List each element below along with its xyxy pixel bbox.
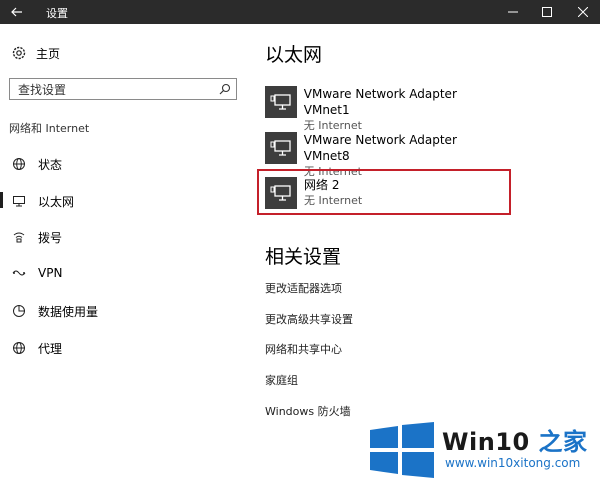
dialup-icon — [10, 228, 28, 246]
maximize-button[interactable] — [530, 0, 564, 24]
data-usage-icon — [10, 302, 28, 320]
sidebar-item-dialup[interactable]: 拨号 — [10, 228, 62, 246]
maximize-icon — [542, 7, 552, 17]
back-button[interactable] — [0, 0, 34, 24]
sidebar-item-label: VPN — [38, 266, 63, 280]
adapter-item-vmnet1[interactable]: VMware Network Adapter VMnet1 无 Internet — [265, 86, 505, 132]
proxy-globe-icon — [10, 339, 28, 357]
link-homegroup[interactable]: 家庭组 — [265, 372, 298, 388]
sidebar-item-label: 数据使用量 — [38, 304, 99, 319]
link-change-adapter-options[interactable]: 更改适配器选项 — [265, 280, 342, 296]
sidebar-home-label: 主页 — [36, 46, 61, 61]
sidebar-item-proxy[interactable]: 代理 — [10, 339, 62, 357]
active-indicator — [0, 192, 3, 208]
sidebar-item-ethernet[interactable]: 以太网 — [10, 192, 74, 210]
adapter-name: VMware Network Adapter VMnet8 — [303, 133, 457, 163]
vpn-icon — [10, 264, 28, 282]
title-bar: 设置 — [0, 0, 600, 24]
windows-logo — [370, 422, 434, 478]
gear-icon — [10, 44, 28, 62]
window-title: 设置 — [46, 7, 68, 20]
sidebar-item-label: 拨号 — [38, 230, 63, 245]
back-arrow-icon — [11, 7, 22, 17]
minimize-icon — [508, 11, 518, 13]
search-icon[interactable] — [214, 79, 236, 99]
highlight-box — [257, 169, 511, 215]
sidebar-item-data-usage[interactable]: 数据使用量 — [10, 302, 98, 320]
watermark-url: www.win10xitong.com — [445, 456, 581, 470]
link-advanced-sharing[interactable]: 更改高级共享设置 — [265, 311, 353, 327]
ethernet-icon — [10, 192, 28, 210]
related-settings-title: 相关设置 — [265, 246, 342, 268]
close-button[interactable] — [566, 0, 600, 24]
adapter-name: VMware Network Adapter VMnet1 — [303, 87, 457, 117]
page-title: 以太网 — [265, 44, 323, 66]
adapter-item-vmnet8[interactable]: VMware Network Adapter VMnet8 无 Internet — [265, 132, 505, 178]
sidebar-item-label: 状态 — [38, 157, 63, 172]
search-input[interactable]: 查找设置 — [9, 78, 237, 100]
sidebar-item-label: 以太网 — [38, 194, 75, 209]
minimize-button[interactable] — [496, 0, 530, 24]
sidebar-home[interactable]: 主页 — [10, 44, 60, 62]
network-adapter-icon — [265, 86, 297, 118]
section-label: 网络和 Internet — [9, 122, 90, 135]
adapter-status: 无 Internet — [303, 119, 362, 132]
watermark-title-part1: Win10 — [442, 428, 530, 456]
watermark: Win10 之家 www.win10xitong.com — [368, 420, 600, 493]
search-placeholder: 查找设置 — [18, 82, 67, 97]
sidebar-item-label: 代理 — [38, 341, 63, 356]
close-icon — [578, 7, 588, 17]
sidebar-item-vpn[interactable]: VPN — [10, 264, 62, 282]
watermark-title-part2: 之家 — [538, 428, 588, 456]
link-windows-firewall[interactable]: Windows 防火墙 — [265, 403, 351, 419]
sidebar-item-status[interactable]: 状态 — [10, 155, 62, 173]
globe-status-icon — [10, 155, 28, 173]
network-adapter-icon — [265, 132, 297, 164]
watermark-title: Win10 之家 — [442, 422, 588, 457]
link-network-sharing-center[interactable]: 网络和共享中心 — [265, 341, 342, 357]
